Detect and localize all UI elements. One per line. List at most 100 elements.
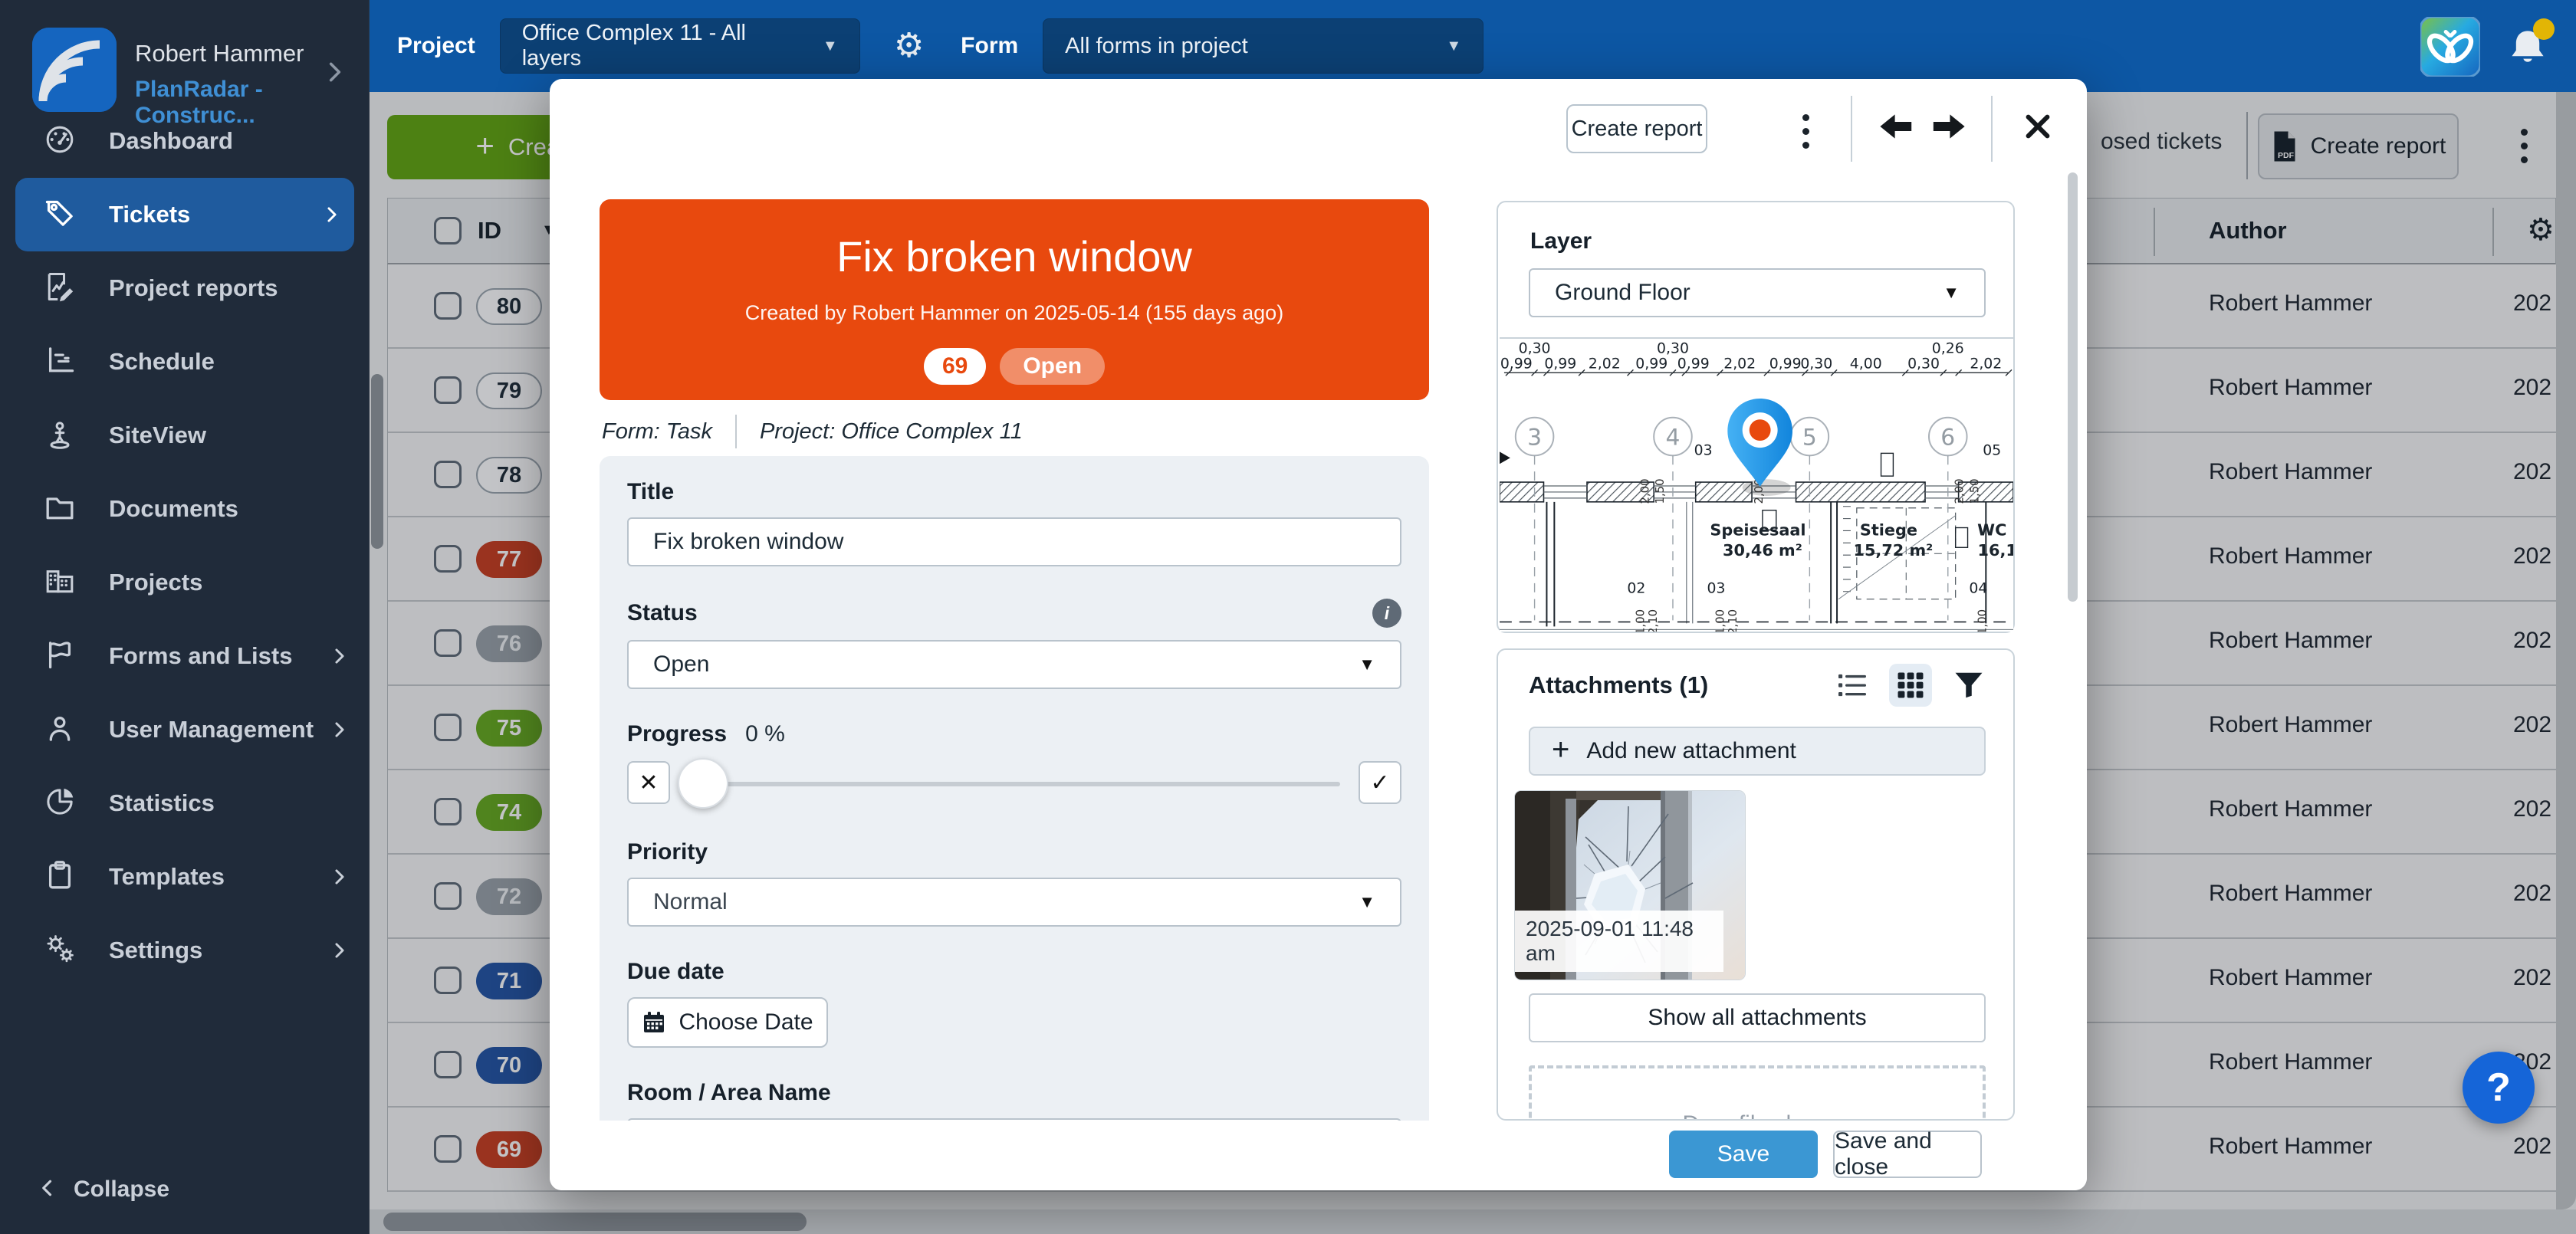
progress-slider-knob[interactable] xyxy=(678,758,728,809)
sidebar-collapse-button[interactable]: Collapse xyxy=(0,1167,370,1213)
divider xyxy=(735,415,737,448)
sidebar-item[interactable]: Documents xyxy=(0,472,370,546)
svg-text:03: 03 xyxy=(1694,442,1713,458)
progress-cancel-button[interactable]: ✕ xyxy=(627,761,670,804)
drag-files-dropzone[interactable]: Drag files here xyxy=(1529,1065,1986,1121)
layer-select[interactable]: Ground Floor ▼ xyxy=(1529,268,1986,317)
modal-kebab-icon[interactable] xyxy=(1792,108,1820,155)
grid-view-icon[interactable] xyxy=(1889,664,1932,707)
sidebar-item[interactable]: Project reports xyxy=(0,251,370,325)
progress-confirm-button[interactable]: ✓ xyxy=(1359,761,1401,804)
ticket-created-line: Created by Robert Hammer on 2025-05-14 (… xyxy=(600,301,1429,325)
chevron-right-icon xyxy=(322,203,342,226)
layer-select-value: Ground Floor xyxy=(1555,280,1691,306)
svg-text:1,00: 1,00 xyxy=(1975,609,1989,632)
svg-text:1,50: 1,50 xyxy=(1653,478,1667,504)
svg-text:WC: WC xyxy=(1977,520,2006,539)
svg-text:4,00: 4,00 xyxy=(1850,356,1882,372)
help-button[interactable]: ? xyxy=(2463,1052,2535,1124)
notifications-bell-icon[interactable] xyxy=(2507,26,2551,72)
svg-text:1,50: 1,50 xyxy=(1967,478,1981,504)
title-input[interactable]: Fix broken window xyxy=(627,517,1401,566)
priority-select[interactable]: Normal ▼ xyxy=(627,878,1401,927)
plus-icon: + xyxy=(1552,733,1569,767)
due-date-field-label: Due date xyxy=(627,959,1401,985)
chevron-right-icon xyxy=(322,55,348,93)
floor-plan[interactable]: 0,300,300,260,990,992,020,990,992,020,99… xyxy=(1500,337,2013,632)
choose-date-button[interactable]: Choose Date xyxy=(627,997,828,1048)
caret-down-icon: ▼ xyxy=(1423,38,1461,55)
chevron-right-icon xyxy=(330,645,350,668)
svg-text:0,26: 0,26 xyxy=(1932,341,1964,357)
ticket-status-pill: Open xyxy=(1000,348,1105,385)
add-attachment-button[interactable]: + Add new attachment xyxy=(1529,727,1986,776)
svg-text:0,99: 0,99 xyxy=(1500,356,1533,372)
svg-text:1,00: 1,00 xyxy=(1713,609,1727,632)
svg-text:0,30: 0,30 xyxy=(1519,341,1551,357)
room-field-label: Room / Area Name xyxy=(627,1080,1401,1106)
sidebar-item[interactable]: Forms and Lists xyxy=(0,619,370,693)
status-select[interactable]: Open ▼ xyxy=(627,640,1401,689)
svg-text:2,02: 2,02 xyxy=(1723,356,1756,372)
sidebar-item-icon xyxy=(43,196,77,234)
user-name: Robert Hammer xyxy=(135,40,304,67)
modal-scrollbar-thumb[interactable] xyxy=(2068,172,2078,602)
filter-funnel-icon[interactable] xyxy=(1947,664,1990,707)
form-label: Form xyxy=(961,33,1018,59)
divider xyxy=(1991,96,1993,162)
info-icon[interactable]: i xyxy=(1372,599,1401,628)
sidebar-item-icon xyxy=(43,343,77,381)
form-select[interactable]: All forms in project ▼ xyxy=(1043,18,1484,74)
sidebar-item[interactable]: User Management xyxy=(0,693,370,766)
svg-text:4: 4 xyxy=(1666,424,1681,451)
project-settings-gear-icon[interactable]: ⚙ xyxy=(894,29,924,63)
sidebar-item-label: User Management xyxy=(109,716,330,743)
sidebar-item-icon xyxy=(43,858,77,896)
sidebar-item[interactable]: Schedule xyxy=(0,325,370,399)
layer-card: Layer Ground Floor ▼ xyxy=(1497,201,2015,633)
add-attachment-label: Add new attachment xyxy=(1586,738,1796,764)
save-button[interactable]: Save xyxy=(1669,1131,1818,1178)
next-ticket-arrow-icon[interactable] xyxy=(1930,111,1967,142)
sidebar-item[interactable]: SiteView xyxy=(0,399,370,472)
svg-text:04: 04 xyxy=(1969,581,1987,597)
ticket-meta: Form: Task Project: Office Complex 11 xyxy=(602,415,1023,448)
status-field-label: Status xyxy=(627,600,698,626)
sidebar-item-label: Forms and Lists xyxy=(109,642,330,670)
svg-text:0,30: 0,30 xyxy=(1907,356,1940,372)
connect-app-icon[interactable] xyxy=(2420,17,2480,77)
form-select-value: All forms in project xyxy=(1065,34,1248,59)
sidebar-item-icon xyxy=(43,711,77,749)
modal-create-report-button[interactable]: Create report xyxy=(1566,104,1707,153)
svg-text:2,00: 2,00 xyxy=(1953,478,1967,504)
sidebar-item[interactable]: Dashboard xyxy=(0,104,370,178)
sidebar-item[interactable]: Settings xyxy=(0,914,370,987)
sidebar-item-icon xyxy=(43,123,77,160)
sidebar-item-label: Templates xyxy=(109,863,330,891)
svg-text:3: 3 xyxy=(1527,424,1542,451)
progress-slider-track[interactable] xyxy=(693,782,1340,786)
list-view-icon[interactable] xyxy=(1831,664,1874,707)
svg-text:03: 03 xyxy=(1707,581,1725,597)
previous-ticket-arrow-icon[interactable] xyxy=(1878,111,1915,142)
sidebar-item-label: Documents xyxy=(109,495,330,523)
project-label: Project xyxy=(397,33,475,59)
attachments-title: Attachments (1) xyxy=(1529,671,1708,699)
svg-text:02: 02 xyxy=(1627,581,1645,597)
sidebar-item[interactable]: Tickets xyxy=(15,178,354,251)
sidebar-nav: Dashboard Tickets Project reports xyxy=(0,104,370,987)
show-all-attachments-button[interactable]: Show all attachments xyxy=(1529,993,1986,1042)
sidebar-item[interactable]: Projects xyxy=(0,546,370,619)
save-and-close-button[interactable]: Save and close xyxy=(1833,1131,1982,1178)
choose-date-label: Choose Date xyxy=(678,1009,813,1035)
svg-text:0,99: 0,99 xyxy=(1769,356,1802,372)
close-icon[interactable] xyxy=(2020,110,2055,143)
sidebar-item[interactable]: Statistics xyxy=(0,766,370,840)
ticket-title: Fix broken window xyxy=(600,199,1429,281)
ticket-header-card: Fix broken window Created by Robert Hamm… xyxy=(600,199,1429,400)
project-select[interactable]: Office Complex 11 - All layers ▼ xyxy=(500,18,860,74)
sidebar-item[interactable]: Templates xyxy=(0,840,370,914)
status-select-value: Open xyxy=(653,651,709,678)
svg-text:16,1: 16,1 xyxy=(1978,541,2013,560)
attachment-thumbnail[interactable]: 2025-09-01 11:48 am xyxy=(1515,791,1745,980)
